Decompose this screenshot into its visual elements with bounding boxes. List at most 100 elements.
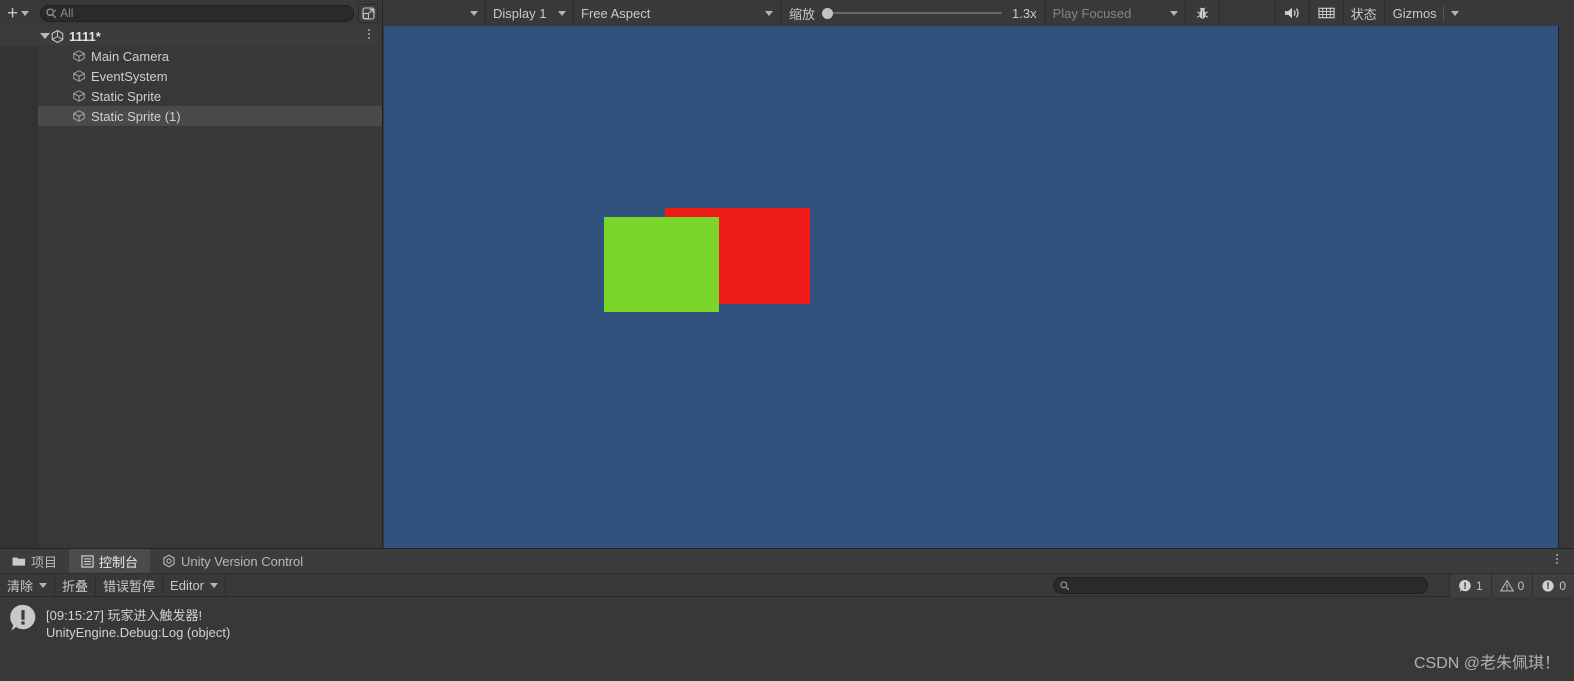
warning-icon [1499,578,1514,591]
zoom-value: 1.3x [1012,5,1037,21]
log-count: 1 [1475,578,1483,593]
console-panel: 项目 控制台 Unity Version Control 清除 折叠 错误暂停 … [0,548,1574,681]
hierarchy-item-label: Main Camera [91,48,170,64]
error-count: 0 [1559,578,1566,593]
stats-button[interactable]: 状态 [1343,0,1385,26]
bug-icon [1196,7,1208,19]
tab-label: Unity Version Control [181,553,304,569]
gizmos-divider [1442,5,1444,21]
gameobject-cube-icon [73,50,85,62]
console-toolbar: 清除 折叠 错误暂停 Editor 1 0 0 [0,573,1574,597]
green-sprite [604,217,719,312]
hierarchy-panel: 1111* Main Camera EventSystem Static Spr… [0,26,383,548]
hierarchy-toolbar: + All [0,0,383,26]
chevron-down-icon [1450,10,1459,16]
play-focused-value: Play Focused [1052,5,1132,21]
zoom-slider-handle[interactable] [822,8,834,19]
clear-label: 清除 [7,578,34,594]
zoom-slider[interactable] [822,6,1003,20]
collapse-button[interactable]: 折叠 [55,573,97,597]
hierarchy-item-label: Static Sprite (1) [91,108,181,124]
hierarchy-item-label: EventSystem [91,68,168,84]
aspect-ratio-dropdown[interactable]: Free Aspect [574,0,781,26]
collapse-label: 折叠 [62,578,89,594]
console-log-text: [09:15:27] 玩家进入触发器! UnityEngine.Debug:Lo… [46,603,230,640]
gameobject-cube-icon [73,90,85,102]
chevron-down-icon [765,10,773,16]
error-counter[interactable]: 0 [1532,574,1574,597]
hierarchy-item-main-camera[interactable]: Main Camera [0,46,382,66]
editor-label: Editor [170,577,205,593]
kebab-menu-icon[interactable] [1556,554,1558,566]
add-gameobject-button[interactable]: + [4,2,34,24]
scene-name: 1111* [69,28,101,44]
console-log-list[interactable]: [09:15:27] 玩家进入触发器! UnityEngine.Debug:Lo… [0,597,1574,681]
gizmos-button[interactable]: Gizmos [1384,0,1464,26]
hierarchy-item-static-sprite-1[interactable]: Static Sprite (1) [0,106,382,126]
search-icon [1060,580,1070,590]
log-message: [09:15:27] 玩家进入触发器! [46,608,203,623]
game-view-right-edge [1558,26,1574,548]
chevron-down-icon [210,582,219,588]
unity-editor-window: + All Display 1 Free Aspect 缩放 1.3x Play… [0,0,1574,681]
mute-audio-button[interactable] [1275,0,1310,26]
gameobject-cube-icon [73,110,85,122]
chevron-down-icon [558,10,566,16]
gizmos-label: Gizmos [1392,5,1437,21]
chevron-down-icon[interactable] [39,582,48,588]
console-search-input[interactable] [1053,577,1428,594]
bottom-tab-bar: 项目 控制台 Unity Version Control [0,549,1574,574]
speaker-icon [1284,7,1299,19]
hierarchy-search-placeholder: All [60,6,74,20]
unity-logo-icon [51,29,64,43]
warning-count: 0 [1517,578,1525,593]
hierarchy-item-static-sprite[interactable]: Static Sprite [0,86,382,106]
tab-console[interactable]: 控制台 [69,549,151,573]
debug-toggle-button[interactable] [1185,0,1220,26]
search-icon [46,7,57,18]
play-focused-dropdown[interactable]: Play Focused [1045,0,1186,26]
game-view[interactable] [384,26,1558,548]
warning-counter[interactable]: 0 [1490,574,1533,597]
aspect-value: Free Aspect [581,5,651,21]
error-pause-label: 错误暂停 [103,578,156,594]
chevron-down-icon[interactable] [40,33,50,39]
game-view-toolbar: Display 1 Free Aspect 缩放 1.3x Play Focus… [383,0,1574,26]
zoom-slider-track [822,12,1003,14]
console-counters: 1 0 0 [1448,574,1574,597]
zoom-label: 缩放 [789,6,816,22]
hierarchy-item-label: Static Sprite [91,88,162,104]
tab-project[interactable]: 项目 [0,549,70,573]
hierarchy-popout-button[interactable] [358,3,378,23]
popout-window-icon [361,6,375,20]
info-log-icon [1459,579,1471,592]
gameview-mode-dropdown[interactable] [383,0,486,26]
hierarchy-search-input[interactable]: All [40,4,354,22]
tab-label: 控制台 [99,554,139,570]
display-dropdown[interactable]: Display 1 [486,0,574,26]
hierarchy-item-eventsystem[interactable]: EventSystem [0,66,382,86]
console-log-entry[interactable]: [09:15:27] 玩家进入触发器! UnityEngine.Debug:Lo… [0,597,1574,640]
editor-dropdown[interactable]: Editor [163,573,227,597]
grid-icon [1317,7,1335,19]
stats-label: 状态 [1350,6,1377,22]
tab-label: 项目 [31,554,58,570]
chevron-down-icon [1169,10,1178,16]
log-counter[interactable]: 1 [1448,574,1491,597]
stats-grid-button[interactable] [1309,0,1344,26]
chevron-down-icon [470,10,478,16]
watermark: CSDN @老朱佩琪！ [1413,655,1560,672]
tab-unity-version-control[interactable]: Unity Version Control [150,549,316,573]
top-toolbar: + All Display 1 Free Aspect 缩放 1.3x Play… [0,0,1574,26]
display-value: Display 1 [493,5,547,21]
zoom-control: 缩放 1.3x [781,0,1046,26]
error-pause-button[interactable]: 错误暂停 [96,573,164,597]
log-stack-trace: UnityEngine.Debug:Log (object) [46,625,231,640]
plus-icon: + [7,2,19,24]
hierarchy-scene-row[interactable]: 1111* [0,26,382,46]
clear-button[interactable]: 清除 [0,573,56,597]
version-control-icon [163,554,175,568]
console-icon [81,554,94,568]
folder-icon [12,557,26,566]
kebab-menu-icon[interactable] [368,29,370,39]
